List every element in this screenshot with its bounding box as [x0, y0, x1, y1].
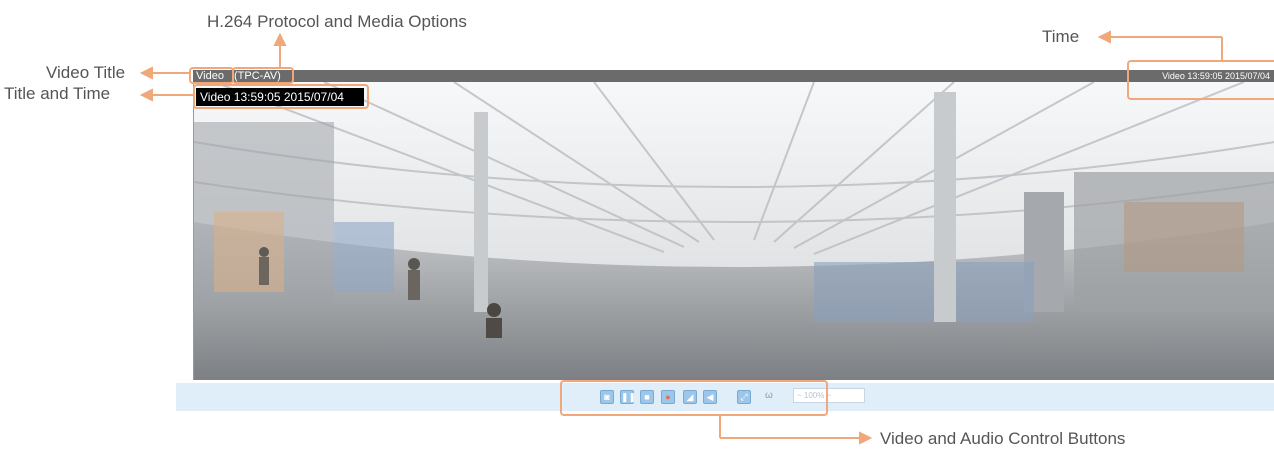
callout-connectors — [139, 30, 1223, 445]
